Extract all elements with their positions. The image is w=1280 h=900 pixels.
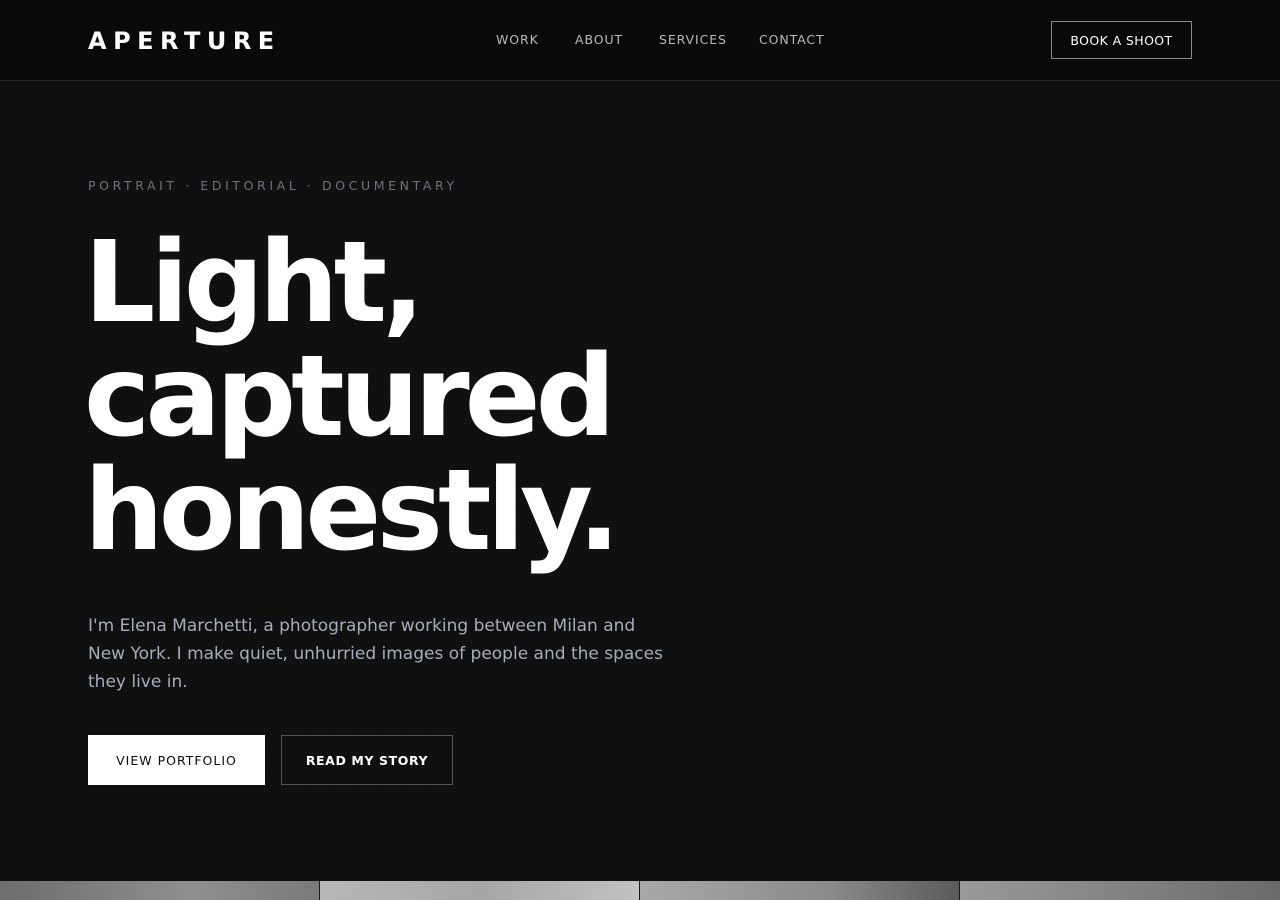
headline-line-3: honestly. xyxy=(84,446,620,576)
read-my-story-button[interactable]: READ MY STORY xyxy=(281,735,453,785)
nav-link-services[interactable]: SERVICES xyxy=(659,32,759,48)
nav-link-work[interactable]: WORK xyxy=(496,32,575,48)
book-a-shoot-button[interactable]: BOOK A SHOOT xyxy=(1051,21,1192,59)
gallery-image[interactable] xyxy=(320,881,640,900)
gallery-image[interactable] xyxy=(0,881,320,900)
nav-link-contact[interactable]: CONTACT xyxy=(759,32,829,48)
main-nav: WORK ABOUT SERVICES CONTACT xyxy=(496,32,829,48)
headline-line-2: captured xyxy=(84,332,616,462)
gallery-image[interactable] xyxy=(640,881,960,900)
headline-line-1: Light, xyxy=(84,218,425,348)
gallery-strip xyxy=(0,881,1280,900)
hero-intro: I'm Elena Marchetti, a photographer work… xyxy=(88,616,663,692)
logo[interactable]: APERTURE xyxy=(88,27,281,55)
gallery-image[interactable] xyxy=(960,881,1280,900)
hero-headline: Light, captured honestly. xyxy=(84,218,620,576)
nav-link-about[interactable]: ABOUT xyxy=(575,32,659,48)
hero-eyebrow: PORTRAIT · EDITORIAL · DOCUMENTARY xyxy=(88,178,458,193)
site-header: APERTURE WORK ABOUT SERVICES CONTACT BOO… xyxy=(0,0,1280,81)
view-portfolio-button[interactable]: VIEW PORTFOLIO xyxy=(88,735,265,785)
